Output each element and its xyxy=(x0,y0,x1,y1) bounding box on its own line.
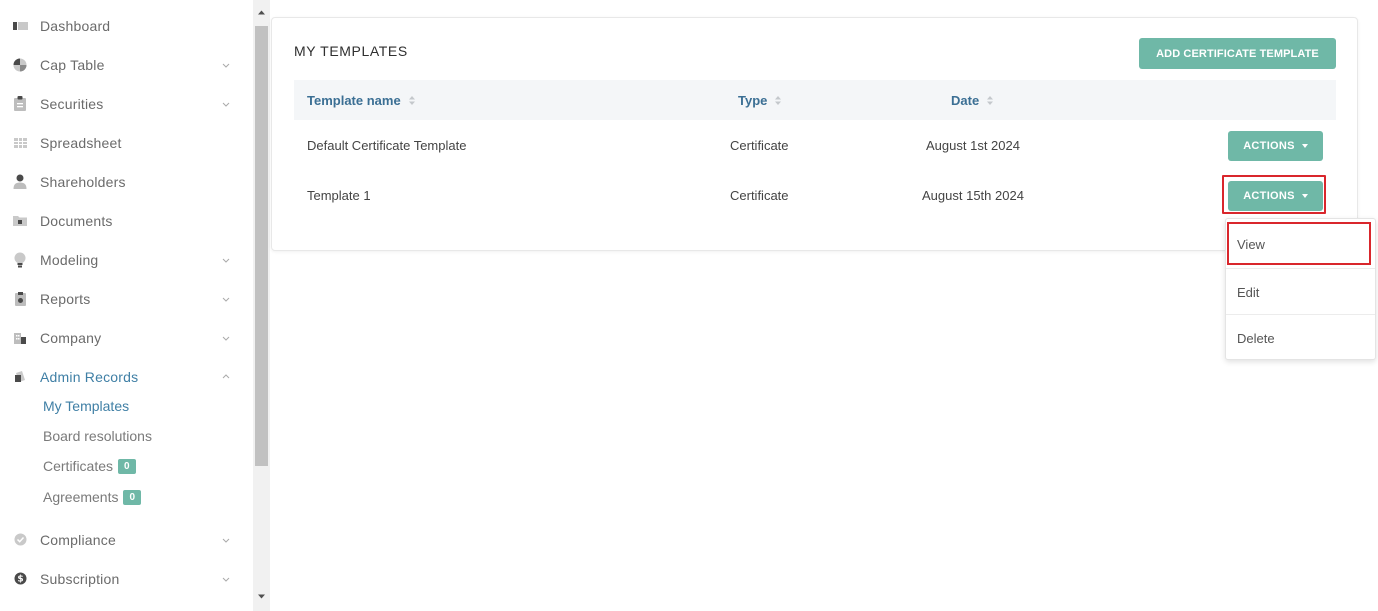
report-icon xyxy=(12,291,28,307)
count-badge: 0 xyxy=(123,489,142,505)
sort-icon xyxy=(987,95,994,105)
sidebar-item-label: Dashboard xyxy=(40,17,111,34)
count-badge: 0 xyxy=(118,458,136,474)
actions-button-label: ACTIONS xyxy=(1243,190,1295,202)
spreadsheet-icon xyxy=(12,135,28,151)
svg-text:$: $ xyxy=(17,575,23,585)
date-cell: August 1st 2024 xyxy=(926,137,1020,153)
actions-dropdown-menu: View Edit Delete xyxy=(1225,218,1376,360)
type-cell: Certificate xyxy=(730,187,789,203)
sidebar-subitem-my-templates[interactable]: My Templates xyxy=(43,395,129,417)
menu-item-delete[interactable]: Delete xyxy=(1226,314,1375,361)
sidebar-item-label: Admin Records xyxy=(40,368,139,385)
sort-icon xyxy=(408,95,415,105)
column-header-label: Template name xyxy=(307,92,401,108)
sidebar-item-documents[interactable]: Documents xyxy=(0,201,253,240)
chevron-down-icon xyxy=(222,258,230,263)
sidebar-item-shareholders[interactable]: Shareholders xyxy=(0,162,253,201)
menu-item-view[interactable]: View xyxy=(1226,221,1375,268)
sidebar-item-label: Securities xyxy=(40,95,104,112)
sidebar-item-spreadsheet[interactable]: Spreadsheet xyxy=(0,123,253,162)
sidebar-item-label: Shareholders xyxy=(40,173,126,190)
sidebar-subitem-label: Certificates xyxy=(43,458,114,474)
pie-chart-icon xyxy=(12,57,28,73)
column-header-label: Type xyxy=(738,92,768,108)
sidebar-subitem-label: Agreements xyxy=(43,489,119,505)
templates-card: MY TEMPLATES ADD CERTIFICATE TEMPLATE Te… xyxy=(271,17,1358,251)
menu-item-edit[interactable]: Edit xyxy=(1226,268,1375,315)
column-header-date[interactable]: Date xyxy=(951,80,994,120)
table-row: Template 1 Certificate August 15th 2024 … xyxy=(294,170,1336,220)
sidebar-item-modeling[interactable]: Modeling xyxy=(0,240,253,279)
sidebar-subitem-certificates[interactable]: Certificates 0 xyxy=(43,455,136,477)
chevron-down-icon xyxy=(222,538,230,543)
scrollbar-thumb[interactable] xyxy=(255,26,268,466)
date-cell: August 15th 2024 xyxy=(922,187,1024,203)
sidebar-item-label: Company xyxy=(40,329,102,346)
sidebar-item-label: Reports xyxy=(40,290,91,307)
table-header: Template name Type Date xyxy=(294,80,1336,120)
sidebar-subitem-label: My Templates xyxy=(43,398,130,414)
chevron-down-icon xyxy=(222,297,230,302)
sidebar-subitem-agreements[interactable]: Agreements 0 xyxy=(43,486,142,508)
sidebar-item-compliance[interactable]: Compliance xyxy=(0,520,253,559)
sidebar-item-label: Modeling xyxy=(40,251,99,268)
sidebar-item-securities[interactable]: Securities xyxy=(0,84,253,123)
chevron-down-icon xyxy=(222,63,230,68)
sidebar-item-dashboard[interactable]: Dashboard xyxy=(0,6,253,45)
lightbulb-icon xyxy=(12,252,28,268)
type-cell: Certificate xyxy=(730,137,789,153)
add-certificate-template-button[interactable]: ADD CERTIFICATE TEMPLATE xyxy=(1139,38,1336,69)
clipboard-icon xyxy=(12,96,28,112)
chevron-down-icon xyxy=(222,336,230,341)
sidebar-item-label: Documents xyxy=(40,212,113,229)
admin-records-icon xyxy=(12,369,28,385)
actions-button-label: ACTIONS xyxy=(1243,140,1295,152)
building-icon xyxy=(12,330,28,346)
column-header-label: Date xyxy=(951,92,980,108)
sidebar-item-label: Subscription xyxy=(40,570,120,587)
chevron-down-icon xyxy=(222,577,230,582)
sidebar-item-reports[interactable]: Reports xyxy=(0,279,253,318)
sidebar-subitem-label: Board resolutions xyxy=(43,428,152,444)
column-header-type[interactable]: Type xyxy=(738,80,782,120)
dashboard-icon xyxy=(12,18,28,34)
sidebar-item-company[interactable]: Company xyxy=(0,318,253,357)
caret-down-icon xyxy=(1301,194,1308,198)
sidebar-item-label: Cap Table xyxy=(40,56,105,73)
chevron-up-icon xyxy=(222,373,230,378)
person-icon xyxy=(12,174,28,190)
table-row: Default Certificate Template Certificate… xyxy=(294,120,1336,170)
scroll-down-arrow-icon[interactable] xyxy=(257,592,266,601)
sidebar-item-cap-table[interactable]: Cap Table xyxy=(0,45,253,84)
template-name-cell: Template 1 xyxy=(307,187,371,203)
actions-button[interactable]: ACTIONS xyxy=(1228,181,1323,211)
sidebar: Dashboard Cap Table Securities Spreadshe… xyxy=(0,0,253,611)
sidebar-item-admin-records[interactable]: Admin Records xyxy=(0,357,253,396)
sidebar-scrollbar[interactable] xyxy=(253,0,270,611)
sidebar-subitem-board-resolutions[interactable]: Board resolutions xyxy=(43,425,152,447)
shield-check-icon xyxy=(12,532,28,548)
sort-icon xyxy=(775,95,782,105)
page-title: MY TEMPLATES xyxy=(294,43,408,59)
chevron-down-icon xyxy=(222,102,230,107)
folder-icon xyxy=(12,213,28,229)
sidebar-item-label: Compliance xyxy=(40,531,116,548)
actions-button[interactable]: ACTIONS xyxy=(1228,131,1323,161)
caret-down-icon xyxy=(1301,144,1308,148)
template-name-cell: Default Certificate Template xyxy=(307,137,467,153)
column-header-template-name[interactable]: Template name xyxy=(307,80,416,120)
dollar-coin-icon: $ xyxy=(12,571,28,587)
sidebar-item-label: Spreadsheet xyxy=(40,134,122,151)
scroll-up-arrow-icon[interactable] xyxy=(257,8,266,17)
sidebar-item-subscription[interactable]: $ Subscription xyxy=(0,559,253,598)
